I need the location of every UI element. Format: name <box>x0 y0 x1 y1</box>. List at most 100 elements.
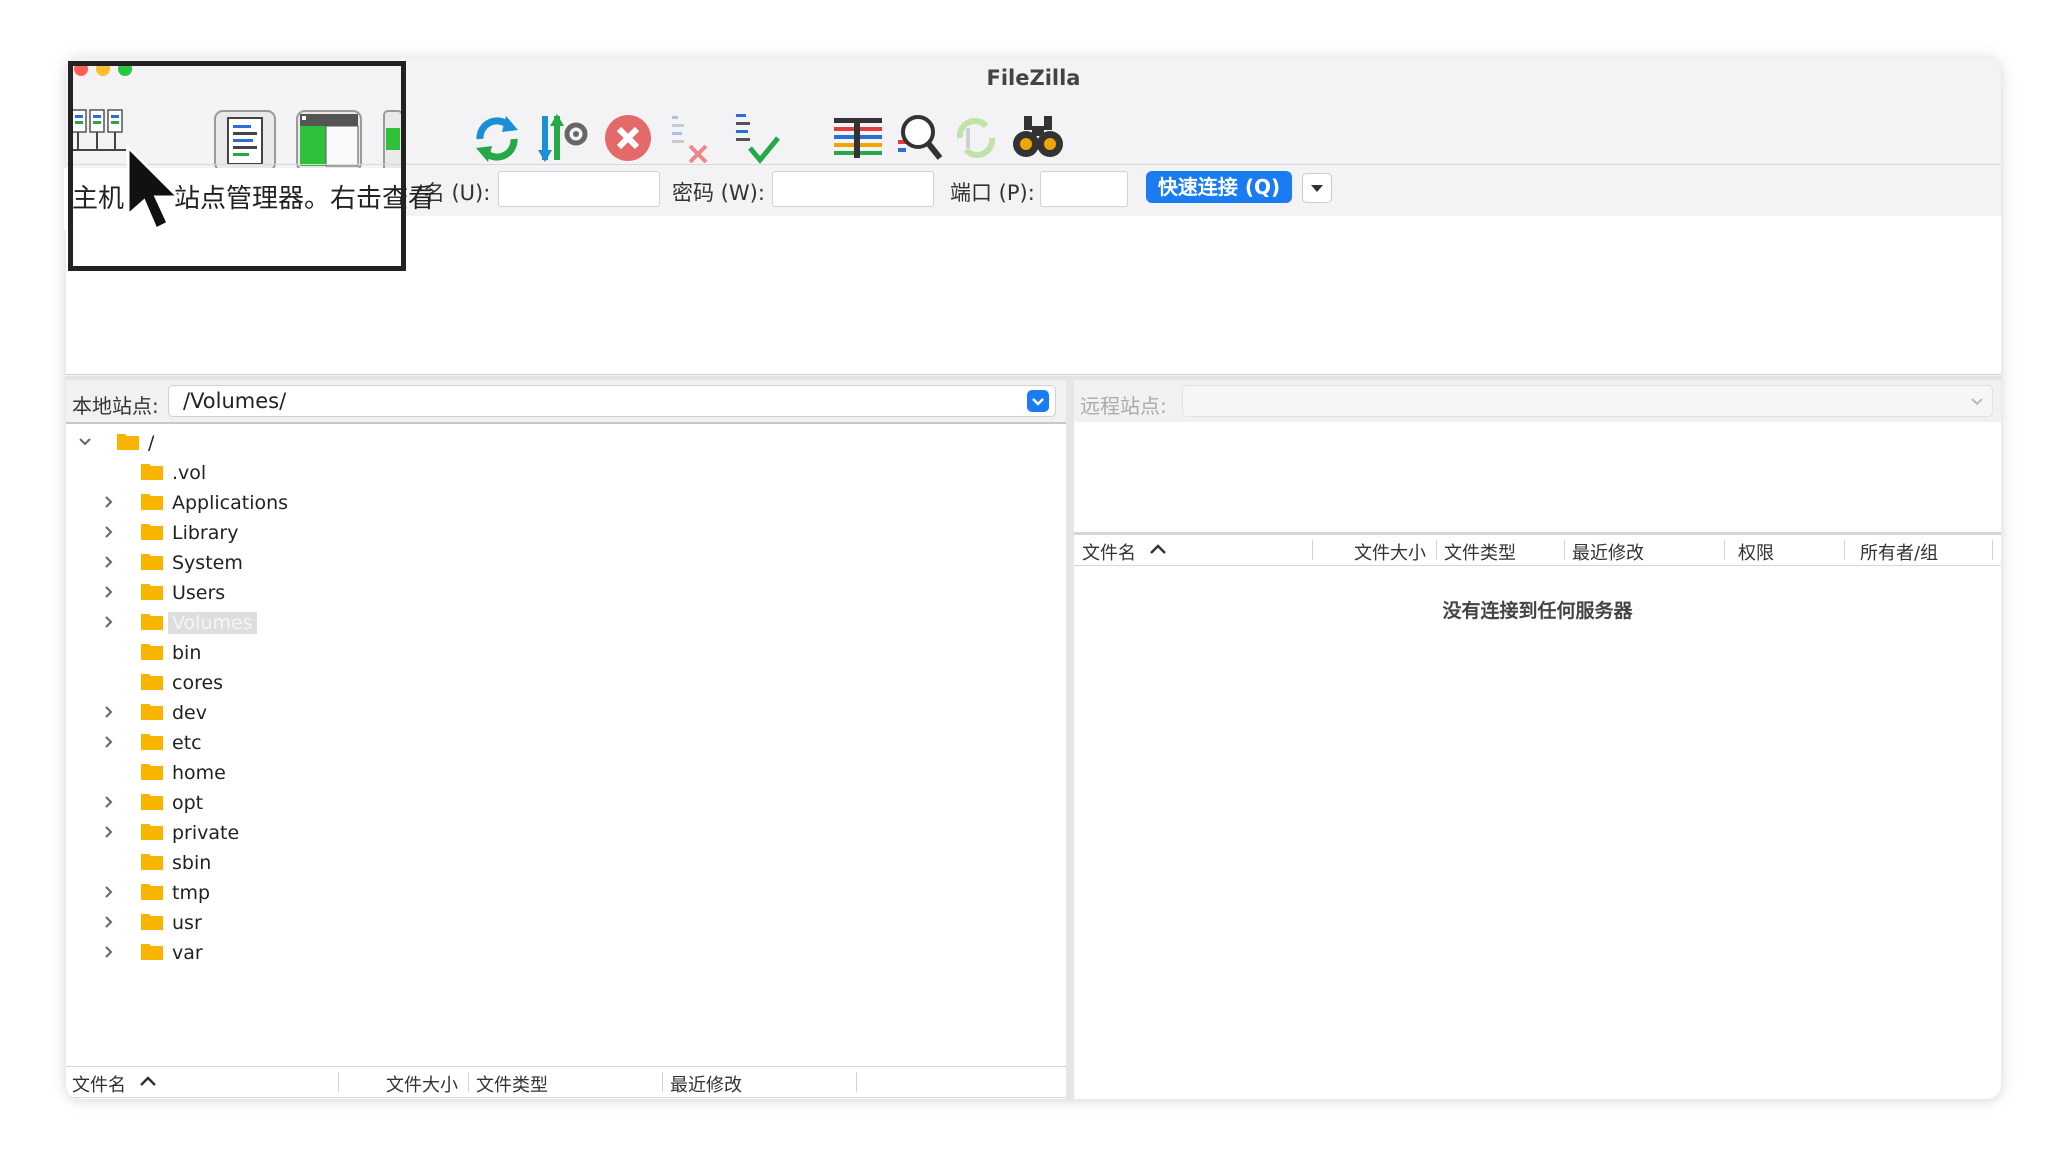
remote-directory-tree <box>1074 422 2001 534</box>
column-separator[interactable] <box>338 1072 339 1092</box>
column-separator[interactable] <box>856 1072 857 1092</box>
column-separator[interactable] <box>1436 540 1437 560</box>
chevron-right-icon[interactable] <box>102 792 116 812</box>
toggle-filename-filter-button[interactable] <box>892 110 944 168</box>
tree-item-tmp[interactable]: tmp <box>66 878 366 908</box>
quickconnect-button[interactable]: 快速连接 (Q) <box>1146 171 1292 203</box>
tree-item-label: home <box>172 762 226 784</box>
port-input[interactable] <box>1040 171 1128 207</box>
column-header-size[interactable]: 文件大小 <box>386 1071 458 1097</box>
folder-icon <box>141 914 163 930</box>
reconnect-button[interactable] <box>730 110 780 168</box>
remote-file-list-header: 文件名 文件大小 文件类型 最近修改 权限 所有者/组 <box>1074 534 2001 566</box>
tree-item-label: opt <box>172 792 204 814</box>
column-header-modified[interactable]: 最近修改 <box>670 1071 742 1097</box>
folder-icon <box>141 764 163 780</box>
tree-item-applications[interactable]: Applications <box>66 488 366 518</box>
cancel-operation-button[interactable] <box>602 112 654 170</box>
binoculars-icon <box>1013 116 1063 157</box>
column-separator[interactable] <box>1844 540 1845 560</box>
sort-ascending-icon <box>140 1076 156 1086</box>
column-header-name[interactable]: 文件名 <box>1082 539 1136 565</box>
refresh-button[interactable] <box>470 112 524 170</box>
column-separator[interactable] <box>1312 540 1313 560</box>
chevron-down-icon <box>1971 398 1983 406</box>
chevron-right-icon[interactable] <box>102 732 116 752</box>
column-separator[interactable] <box>1564 540 1565 560</box>
password-input[interactable] <box>772 171 934 207</box>
tree-item-system[interactable]: System <box>66 548 366 578</box>
chevron-down-icon[interactable] <box>78 432 92 452</box>
tree-item-opt[interactable]: opt <box>66 788 366 818</box>
chevron-right-icon[interactable] <box>102 882 116 902</box>
tree-item-etc[interactable]: etc <box>66 728 366 758</box>
folder-icon <box>141 944 163 960</box>
column-separator[interactable] <box>1992 540 1993 560</box>
chevron-right-icon[interactable] <box>102 822 116 842</box>
folder-icon <box>141 644 163 660</box>
remote-pane: 远程站点: 文件名 文件大小 文件类型 最近修改 权限 所有者/组 没有连接到任… <box>1074 380 2001 1099</box>
column-separator[interactable] <box>1724 540 1725 560</box>
chevron-down-icon <box>1032 398 1044 406</box>
chevron-right-icon[interactable] <box>102 942 116 962</box>
column-header-name[interactable]: 文件名 <box>72 1071 126 1097</box>
tree-item-label: Applications <box>172 492 289 514</box>
column-header-size[interactable]: 文件大小 <box>1354 539 1426 565</box>
column-header-type[interactable]: 文件类型 <box>1444 539 1516 565</box>
vertical-splitter[interactable] <box>1066 380 1074 1099</box>
tree-item-library[interactable]: Library <box>66 518 366 548</box>
column-separator[interactable] <box>662 1072 663 1092</box>
tree-item-root[interactable]: / <box>66 428 266 458</box>
disconnect-button[interactable] <box>666 112 716 170</box>
local-site-bar: 本地站点: /Volumes/ <box>66 380 1066 424</box>
tree-item-sbin[interactable]: sbin <box>66 848 366 878</box>
chevron-right-icon[interactable] <box>102 582 116 602</box>
column-header-owner[interactable]: 所有者/组 <box>1860 539 1938 565</box>
remote-site-bar: 远程站点: <box>1074 380 2001 424</box>
remote-path-combo[interactable] <box>1182 385 1993 417</box>
remote-site-label: 远程站点: <box>1080 394 1167 418</box>
chevron-right-icon[interactable] <box>102 552 116 572</box>
cancel-icon <box>605 115 651 161</box>
column-separator[interactable] <box>468 1072 469 1092</box>
chevron-down-icon <box>1311 185 1323 192</box>
tree-item-private[interactable]: private <box>66 818 366 848</box>
tree-item-var[interactable]: var <box>66 938 366 968</box>
chevron-right-icon[interactable] <box>102 612 116 632</box>
column-header-permissions[interactable]: 权限 <box>1738 539 1774 565</box>
tree-item-home[interactable]: home <box>66 758 366 788</box>
folder-icon <box>141 674 163 690</box>
tree-item-cores[interactable]: cores <box>66 668 366 698</box>
quickconnect-history-dropdown[interactable] <box>1302 173 1332 203</box>
tree-item-vol[interactable]: .vol <box>66 458 366 488</box>
search-remote-files-button[interactable] <box>1010 112 1066 170</box>
local-path-combo[interactable]: /Volumes/ <box>168 385 1056 417</box>
folder-icon <box>141 524 163 540</box>
tree-item-volumes[interactable]: Volumes <box>66 608 366 638</box>
tree-item-label: Library <box>172 522 239 544</box>
refresh-icon <box>476 116 518 162</box>
tree-item-dev[interactable]: dev <box>66 698 366 728</box>
chevron-right-icon[interactable] <box>102 492 116 512</box>
process-queue-button[interactable] <box>536 110 590 168</box>
folder-icon <box>141 554 163 570</box>
chevron-right-icon[interactable] <box>102 912 116 932</box>
column-header-type[interactable]: 文件类型 <box>476 1071 548 1097</box>
folder-icon <box>141 824 163 840</box>
chevron-right-icon[interactable] <box>102 702 116 722</box>
chevron-right-icon[interactable] <box>102 522 116 542</box>
tree-item-usr[interactable]: usr <box>66 908 366 938</box>
local-pane: 本地站点: /Volumes/ / .vol Applications Libr… <box>66 380 1066 1099</box>
column-header-modified[interactable]: 最近修改 <box>1572 539 1644 565</box>
local-site-label: 本地站点: <box>72 394 159 418</box>
tree-item-label: sbin <box>172 852 212 874</box>
username-input[interactable] <box>498 171 660 207</box>
tree-item-bin[interactable]: bin <box>66 638 366 668</box>
local-path-dropdown-button[interactable] <box>1027 390 1049 412</box>
tree-item-users[interactable]: Users <box>66 578 366 608</box>
tree-item-label: System <box>172 552 243 574</box>
tree-item-label: var <box>172 942 203 964</box>
sync-icon <box>956 118 996 158</box>
not-connected-message: 没有连接到任何服务器 <box>1442 600 1633 622</box>
process-queue-icon <box>538 114 588 162</box>
